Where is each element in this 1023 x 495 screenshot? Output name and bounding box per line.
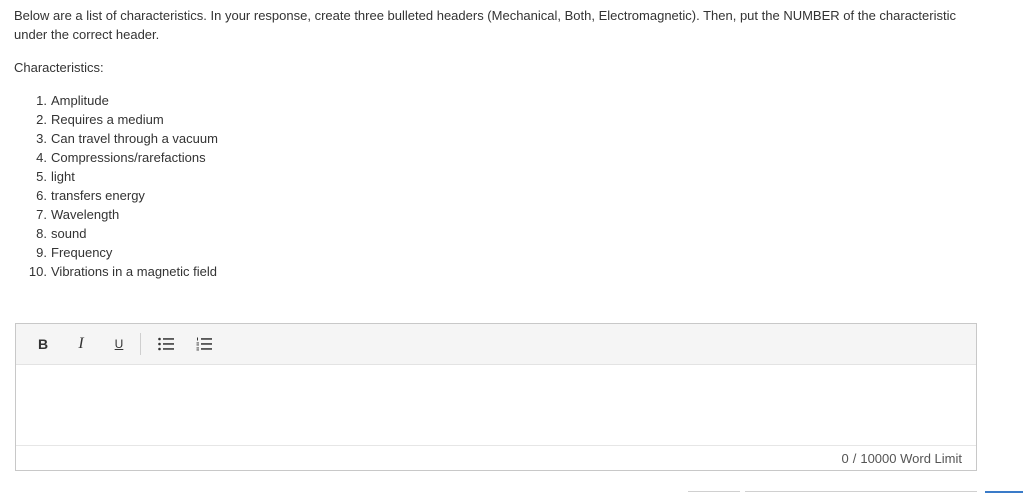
characteristics-heading: Characteristics: <box>14 60 104 75</box>
list-item-label: sound <box>51 226 87 241</box>
bottom-button-edge[interactable] <box>745 491 977 495</box>
list-item-label: Vibrations in a magnetic field <box>51 264 217 279</box>
list-item-label: Can travel through a vacuum <box>51 131 218 146</box>
list-item-number: 3. <box>36 131 47 146</box>
question-prompt: Below are a list of characteristics. In … <box>14 8 956 42</box>
list-item-number: 5. <box>36 169 47 184</box>
list-item-number: 6. <box>36 188 47 203</box>
list-item-number: 7. <box>36 207 47 222</box>
list-item-number: 2. <box>36 112 47 127</box>
list-item: 8. sound <box>14 224 218 243</box>
list-item: 4. Compressions/rarefactions <box>14 148 218 167</box>
list-item: 7. Wavelength <box>14 205 218 224</box>
word-count-value: 0 <box>841 450 849 466</box>
bullet-list-icon <box>158 337 174 351</box>
list-item-number: 10. <box>28 264 47 279</box>
numbered-list-button[interactable] <box>185 329 223 359</box>
toolbar-divider <box>140 333 141 355</box>
numbered-list-icon <box>196 337 212 351</box>
list-item-label: Wavelength <box>51 207 120 222</box>
list-item: 3. Can travel through a vacuum <box>14 129 218 148</box>
list-item: 1. Amplitude <box>14 91 218 110</box>
list-item-label: light <box>51 169 75 184</box>
word-count-footer: 0 / 10000 Word Limit <box>16 445 976 470</box>
question-page: Below are a list of characteristics. In … <box>0 0 1023 495</box>
list-item: 9. Frequency <box>14 243 218 262</box>
bullet-list-button[interactable] <box>147 329 185 359</box>
list-item: 6. transfers energy <box>14 186 218 205</box>
rich-text-editor: B I U 0 / 10000 Word Limit <box>15 323 977 471</box>
editor-toolbar: B I U <box>16 324 976 365</box>
underline-button[interactable]: U <box>100 329 138 359</box>
characteristics-list: 1. Amplitude 2. Requires a medium 3. Can tr… <box>14 91 218 281</box>
word-count-separator: / <box>852 450 857 466</box>
word-limit-label: 10000 Word Limit <box>860 450 962 466</box>
list-item-label: Amplitude <box>51 93 109 108</box>
list-item: 5. light <box>14 167 218 186</box>
bottom-button-edge[interactable] <box>688 491 740 495</box>
list-item-label: transfers energy <box>51 188 145 203</box>
list-item-number: 4. <box>36 150 47 165</box>
list-item: 10. Vibrations in a magnetic field <box>14 262 218 281</box>
bottom-button-edge[interactable] <box>985 491 1023 495</box>
list-item-label: Frequency <box>51 245 113 260</box>
list-item-label: Compressions/rarefactions <box>51 150 206 165</box>
list-item-label: Requires a medium <box>51 112 164 127</box>
list-item-number: 8. <box>36 226 47 241</box>
list-item-number: 1. <box>36 93 47 108</box>
list-item: 2. Requires a medium <box>14 110 218 129</box>
response-text-area[interactable] <box>16 365 976 445</box>
bold-button[interactable]: B <box>24 329 62 359</box>
italic-button[interactable]: I <box>62 329 100 359</box>
list-item-number: 9. <box>36 245 47 260</box>
